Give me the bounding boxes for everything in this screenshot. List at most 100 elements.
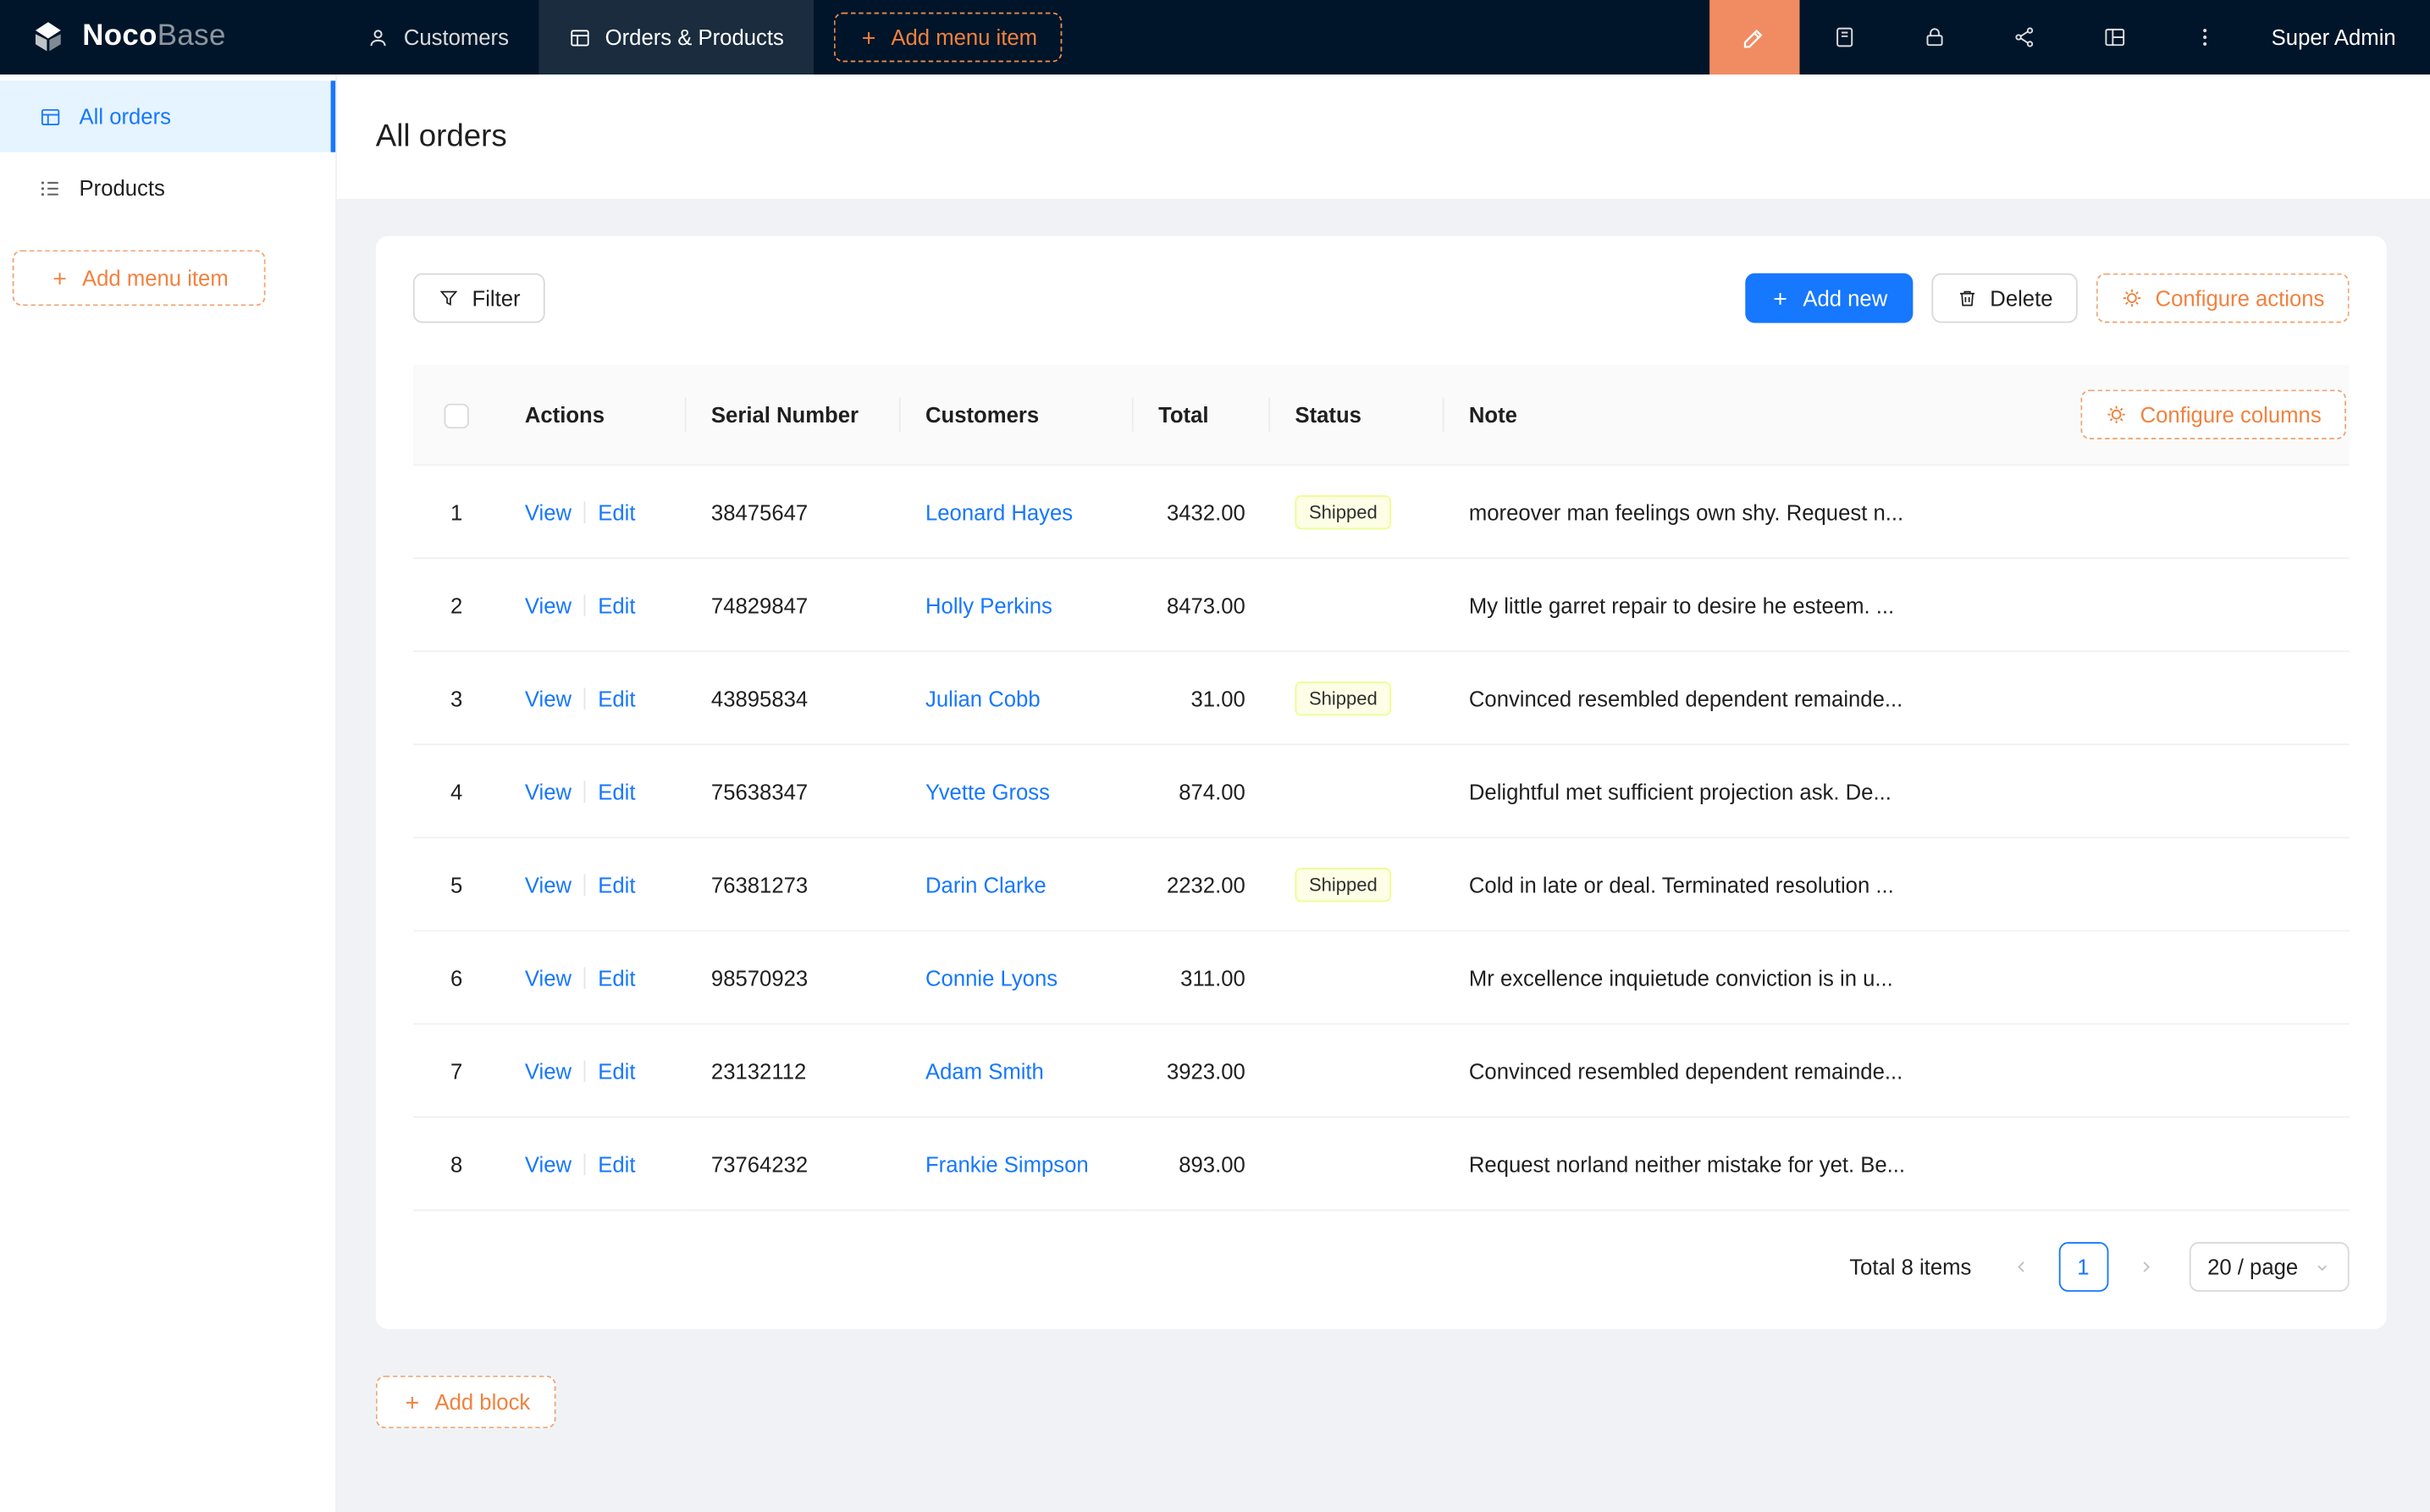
layout-button[interactable]: [2069, 0, 2159, 74]
plus-icon: [402, 1392, 422, 1412]
page-number-button[interactable]: 1: [2058, 1242, 2108, 1292]
empty-cell: [2030, 1024, 2350, 1117]
customer-link[interactable]: Yvette Gross: [925, 779, 1050, 803]
view-link[interactable]: View: [525, 965, 572, 990]
topbar: NocoBase Customers Orders & Products Add…: [0, 0, 2430, 74]
filter-button[interactable]: Filter: [413, 273, 545, 323]
next-page-button[interactable]: [2120, 1242, 2170, 1292]
vertical-divider: [584, 687, 586, 709]
status-badge: Shipped: [1295, 681, 1391, 715]
serial-cell: 23132112: [687, 1024, 901, 1117]
table-row: 1 ViewEdit 38475647 Leonard Hayes 3432.0…: [413, 465, 2350, 558]
total-cell: 2232.00: [1134, 837, 1270, 930]
empty-cell: [2030, 558, 2350, 651]
edit-link[interactable]: Edit: [598, 1058, 635, 1083]
previous-page-button[interactable]: [1996, 1242, 2046, 1292]
empty-cell: [2030, 837, 2350, 930]
nav-item-label: Orders & Products: [605, 25, 784, 49]
customer-link[interactable]: Connie Lyons: [925, 965, 1058, 990]
row-index: 7: [413, 1024, 500, 1117]
edit-link[interactable]: Edit: [598, 686, 635, 710]
customer-cell: Adam Smith: [901, 1024, 1134, 1117]
user-menu[interactable]: Super Admin: [2250, 0, 2430, 74]
app-root: NocoBase Customers Orders & Products Add…: [0, 0, 2430, 1512]
ui-editor-icon: [1741, 24, 1767, 50]
plus-icon: [50, 268, 70, 288]
add-block-button[interactable]: Add block: [376, 1376, 557, 1428]
logo-text: NocoBase: [82, 20, 225, 54]
share-nodes-button[interactable]: [1980, 0, 2069, 74]
note-cell: Cold in late or deal. Terminated resolut…: [1444, 837, 2030, 930]
customer-link[interactable]: Leonard Hayes: [925, 499, 1073, 524]
book-icon: [1832, 25, 1857, 49]
total-cell: 31.00: [1134, 651, 1270, 744]
sidebar-add-menu-item-button[interactable]: Add menu item: [13, 250, 266, 306]
table-row: 8 View Edit 73764232 Frankie Simpson 893.…: [413, 1117, 2350, 1210]
table-row: 6 ViewEdit 98570923 Connie Lyons 311.00 …: [413, 930, 2350, 1024]
status-badge: Shipped: [1295, 494, 1391, 528]
book-button[interactable]: [1799, 0, 1889, 74]
nocobase-logo[interactable]: NocoBase: [0, 0, 337, 74]
column-header-customers: Customers: [901, 365, 1134, 465]
row-index: 2: [413, 558, 500, 651]
row-index: 8: [413, 1117, 500, 1210]
plus-icon: [859, 27, 879, 47]
nav-item-customers[interactable]: Customers: [337, 0, 538, 74]
total-cell: 893.00: [1134, 1117, 1270, 1210]
column-header-total: Total: [1134, 365, 1270, 465]
vertical-divider: [584, 967, 586, 989]
sidebar-item-all-orders[interactable]: All orders: [0, 80, 335, 152]
column-header-status: Status: [1270, 365, 1444, 465]
edit-link[interactable]: Edit: [598, 593, 635, 617]
ui-editor-button[interactable]: [1709, 0, 1799, 74]
edit-link[interactable]: Edit: [598, 1151, 635, 1176]
total-cell: 874.00: [1134, 744, 1270, 837]
configure-actions-button[interactable]: Configure actions: [2096, 273, 2350, 323]
content: Filter Add new: [337, 199, 2430, 1512]
customer-link[interactable]: Holly Perkins: [925, 593, 1052, 617]
lock-button[interactable]: [1890, 0, 1980, 74]
list-icon: [39, 176, 63, 200]
edit-link[interactable]: Edit: [598, 499, 635, 524]
nocobase-logo-icon: [28, 17, 69, 58]
view-link[interactable]: View: [525, 499, 572, 524]
view-link[interactable]: View: [525, 1058, 572, 1083]
edit-link[interactable]: Edit: [598, 872, 635, 897]
customer-link[interactable]: Adam Smith: [925, 1058, 1044, 1083]
add-new-button[interactable]: Add new: [1745, 273, 1912, 323]
view-link[interactable]: View: [525, 779, 572, 803]
total-cell: 8473.00: [1134, 558, 1270, 651]
serial-cell: 43895834: [687, 651, 901, 744]
serial-cell: 73764232: [687, 1117, 901, 1210]
view-link[interactable]: View: [525, 686, 572, 710]
sidebar-item-products[interactable]: Products: [0, 152, 335, 223]
topbar-add-menu-item-button[interactable]: Add menu item: [834, 13, 1063, 63]
total-cell: 3432.00: [1134, 465, 1270, 558]
row-actions: View Edit: [500, 651, 687, 744]
row-actions: View Edit: [500, 1117, 687, 1210]
main: All orders Filter: [337, 74, 2430, 1512]
customer-link[interactable]: Frankie Simpson: [925, 1151, 1089, 1176]
nav-item-orders-products[interactable]: Orders & Products: [538, 0, 814, 74]
customer-cell: Darin Clarke: [901, 837, 1134, 930]
row-actions: View Edit: [500, 930, 687, 1024]
column-header-note: Note: [1444, 365, 2030, 465]
view-link[interactable]: View: [525, 1151, 572, 1176]
view-link[interactable]: View: [525, 872, 572, 897]
table-header-row: Actions Serial Number Customers Total St…: [413, 365, 2350, 465]
configure-columns-button[interactable]: Configure columns: [2081, 389, 2346, 439]
customer-cell: Holly Perkins: [901, 558, 1134, 651]
customer-link[interactable]: Darin Clarke: [925, 872, 1047, 897]
delete-button[interactable]: Delete: [1931, 273, 2078, 323]
note-cell: Mr excellence inquietude conviction is i…: [1444, 930, 2030, 1024]
page-size-select[interactable]: 20 / page: [2189, 1242, 2350, 1292]
customer-link[interactable]: Julian Cobb: [925, 686, 1041, 710]
view-link[interactable]: View: [525, 593, 572, 617]
edit-link[interactable]: Edit: [598, 779, 635, 803]
edit-link[interactable]: Edit: [598, 965, 635, 990]
row-index: 5: [413, 837, 500, 930]
customer-cell: Yvette Gross: [901, 744, 1134, 837]
select-all-checkbox[interactable]: [444, 403, 468, 428]
note-cell: Request norland neither mistake for yet.…: [1444, 1117, 2030, 1210]
more-button[interactable]: [2160, 0, 2250, 74]
